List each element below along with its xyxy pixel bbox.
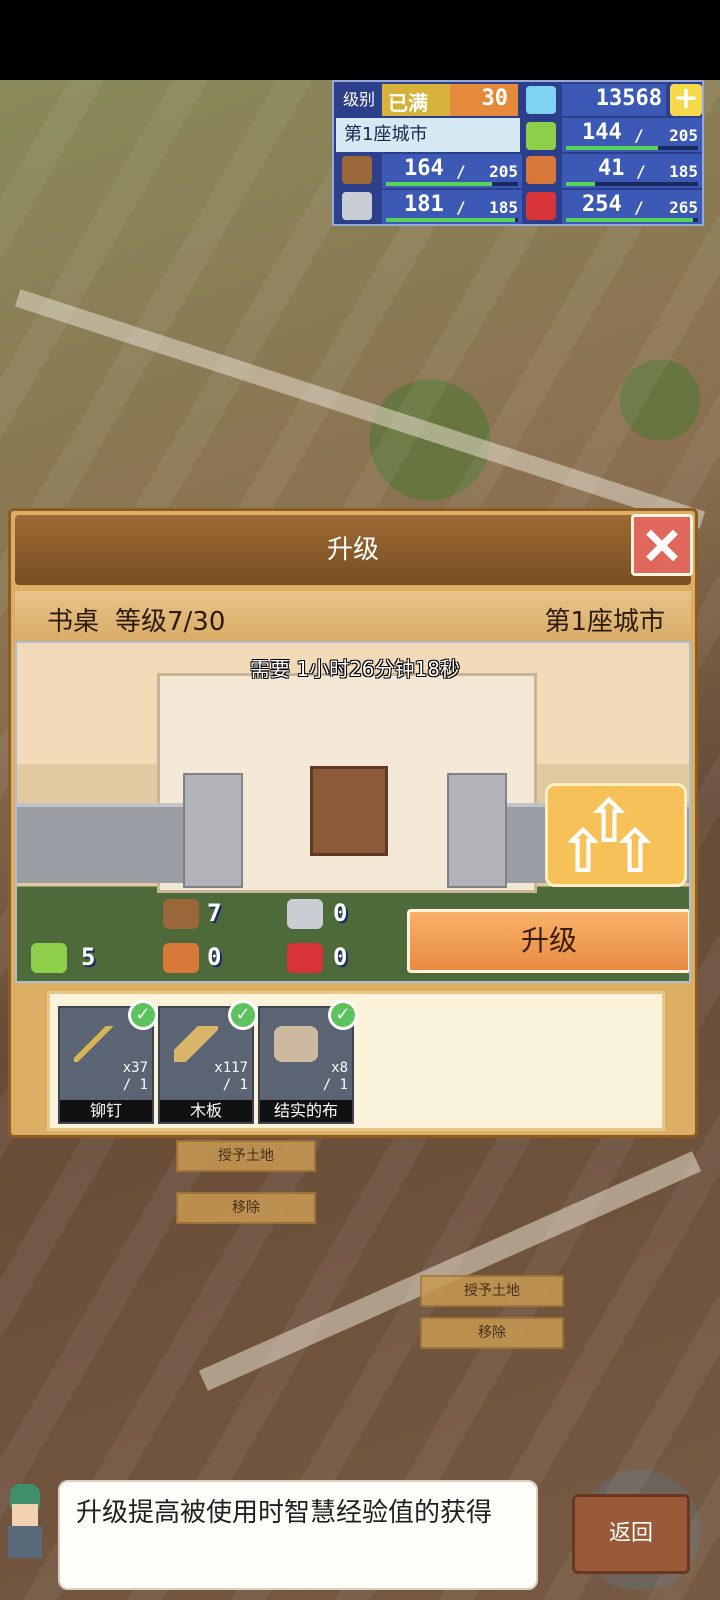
cost-crystal: 0 <box>333 943 348 971</box>
material-name: 铆钉 <box>60 1100 152 1122</box>
ore-icon <box>287 899 323 929</box>
material-name: 木板 <box>160 1100 252 1122</box>
material-item[interactable]: ✓ x37/ 1 铆钉 <box>58 1000 158 1124</box>
grant-land-button[interactable]: 授予土地 <box>420 1275 564 1307</box>
remove-button[interactable]: 移除 <box>420 1317 564 1349</box>
gem-icon <box>526 86 556 114</box>
food-value: 144 / 205 <box>562 118 702 152</box>
check-icon: ✓ <box>128 1000 158 1030</box>
produce-bar-fill <box>566 182 596 186</box>
tip-text: 升级提高被使用时智慧经验值的获得 <box>58 1480 538 1590</box>
advisor-avatar <box>0 1480 52 1560</box>
status-bar <box>0 0 720 80</box>
map-road <box>198 1151 702 1391</box>
cost-produce: 0 <box>207 943 222 971</box>
cost-ore: 0 <box>333 899 348 927</box>
close-button[interactable] <box>631 514 693 576</box>
material-item[interactable]: ✓ x8/ 1 结实的布 <box>258 1000 358 1124</box>
tower-right <box>447 773 507 888</box>
dialog-title: 升级 <box>15 515 691 585</box>
food-icon <box>31 943 67 973</box>
crystal-icon <box>287 943 323 973</box>
dialog-city: 第1座城市 <box>544 607 665 637</box>
remove-button[interactable]: 移除 <box>176 1192 316 1224</box>
tower-left <box>183 773 243 888</box>
ore-bar-fill <box>386 218 516 222</box>
gems-value: 13568 <box>562 84 666 116</box>
ore-value: 181 / 185 <box>382 190 522 224</box>
item-level: 等级7/30 <box>115 607 226 637</box>
level-badge: 已满 30 <box>382 84 518 116</box>
material-name: 结实的布 <box>260 1100 352 1122</box>
grant-land-button[interactable]: 授予土地 <box>176 1140 316 1172</box>
wood-icon <box>163 899 199 929</box>
crystal-value: 254 / 265 <box>562 190 702 224</box>
upgrade-button[interactable]: 升级 <box>407 909 689 973</box>
cost-wood: 7 <box>207 899 222 927</box>
rivet-icon <box>74 1026 118 1062</box>
check-icon: ✓ <box>228 1000 258 1030</box>
resource-panel: 级别 已满 30 13568 + 第1座城市 144 / 205 164 / 2… <box>332 80 704 226</box>
building-door <box>310 766 388 856</box>
upgrade-dialog: 升级 书桌 等级7/30 第1座城市 需要 1小时26分钟18秒 ⇧ ⇧ ⇧ 7… <box>8 508 698 1138</box>
food-bar-fill <box>566 146 659 150</box>
return-button[interactable]: 返回 <box>572 1494 690 1574</box>
city-name: 第1座城市 <box>336 118 520 152</box>
plank-icon <box>174 1026 218 1062</box>
wood-value: 164 / 205 <box>382 154 522 188</box>
wood-icon <box>342 156 372 184</box>
building-preview: 需要 1小时26分钟18秒 ⇧ ⇧ ⇧ 7 0 5 0 0 升级 <box>15 641 691 983</box>
cloth-icon <box>274 1026 318 1062</box>
time-required: 需要 1小时26分钟18秒 <box>250 657 460 681</box>
crystal-icon <box>526 192 556 220</box>
cost-food: 5 <box>81 943 96 971</box>
crystal-bar-fill <box>566 218 693 222</box>
map-road <box>14 289 706 529</box>
produce-icon <box>163 943 199 973</box>
materials-list: ✓ x37/ 1 铆钉 ✓ x117/ 1 木板 ✓ x8/ 1 结实的布 <box>47 991 665 1131</box>
ore-icon <box>342 192 372 220</box>
wood-bar-fill <box>386 182 492 186</box>
level-label: 级别 <box>336 84 382 116</box>
material-item[interactable]: ✓ x117/ 1 木板 <box>158 1000 258 1124</box>
food-icon <box>526 122 556 150</box>
item-info-row: 书桌 等级7/30 第1座城市 <box>15 591 691 641</box>
item-name: 书桌 <box>47 607 100 637</box>
upgrade-arrows-icon: ⇧ ⇧ ⇧ <box>545 783 687 887</box>
produce-icon <box>526 156 556 184</box>
add-gems-button[interactable]: + <box>670 84 702 116</box>
check-icon: ✓ <box>328 1000 358 1030</box>
produce-value: 41 / 185 <box>562 154 702 188</box>
